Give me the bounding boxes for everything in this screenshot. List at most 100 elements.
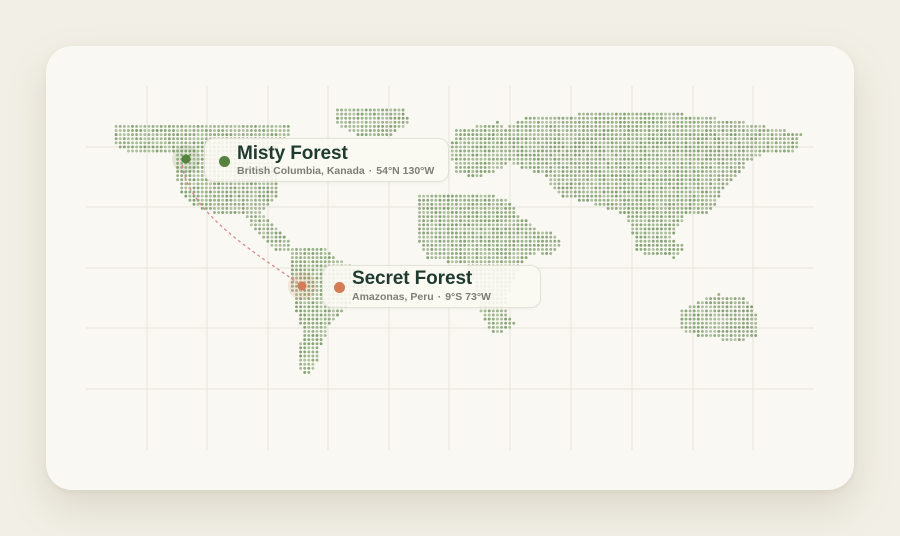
land-dot bbox=[467, 231, 471, 235]
land-dot bbox=[614, 129, 618, 132]
land-dot bbox=[705, 211, 708, 214]
land-dot bbox=[680, 170, 684, 173]
land-dot bbox=[262, 227, 266, 231]
land-dot bbox=[721, 325, 725, 329]
land-dot bbox=[245, 198, 249, 202]
land-dot bbox=[331, 317, 335, 321]
land-dot bbox=[524, 231, 528, 235]
location-card-secret[interactable]: Secret Forest Amazonas, Peru · 9°S 73°W bbox=[322, 265, 541, 308]
land-dot bbox=[651, 165, 655, 169]
land-dot bbox=[500, 206, 503, 210]
land-dot bbox=[307, 325, 311, 329]
land-dot bbox=[545, 157, 549, 161]
land-dot bbox=[221, 133, 225, 137]
land-dot bbox=[586, 133, 590, 137]
land-dot bbox=[655, 116, 659, 120]
land-dot bbox=[475, 198, 479, 202]
land-dot bbox=[659, 211, 663, 214]
land-dot bbox=[401, 116, 405, 120]
land-dot bbox=[590, 198, 594, 202]
land-dot bbox=[627, 215, 631, 219]
land-dot bbox=[553, 124, 557, 128]
land-dot bbox=[516, 243, 520, 247]
land-dot bbox=[135, 149, 139, 153]
land-dot bbox=[454, 252, 458, 255]
land-dot bbox=[549, 235, 553, 239]
land-dot bbox=[610, 206, 614, 210]
land-dot bbox=[577, 149, 581, 153]
land-dot bbox=[631, 186, 635, 190]
marker-misty[interactable] bbox=[172, 145, 200, 173]
land-dot bbox=[627, 116, 631, 120]
land-dot bbox=[651, 231, 655, 235]
land-dot bbox=[434, 215, 438, 219]
land-dot bbox=[483, 202, 487, 206]
land-dot bbox=[569, 170, 573, 173]
land-dot bbox=[360, 129, 364, 132]
land-dot bbox=[561, 182, 565, 186]
land-dot bbox=[561, 174, 565, 178]
marker-misty-pin[interactable] bbox=[181, 154, 191, 164]
land-dot bbox=[586, 161, 590, 165]
land-dot bbox=[126, 137, 130, 141]
land-dot bbox=[631, 129, 635, 132]
land-dot bbox=[606, 112, 610, 116]
land-dot bbox=[647, 227, 651, 231]
land-dot bbox=[430, 227, 434, 231]
land-dot bbox=[594, 157, 598, 161]
land-dot bbox=[680, 174, 684, 178]
land-dot bbox=[692, 202, 696, 206]
land-dot bbox=[676, 137, 680, 141]
land-dot bbox=[700, 149, 704, 153]
land-dot bbox=[582, 112, 585, 116]
land-dot bbox=[483, 309, 487, 313]
location-card-misty[interactable]: Misty Forest British Columbia, Kanada · 54… bbox=[204, 138, 449, 182]
land-dot bbox=[618, 141, 622, 145]
land-dot bbox=[676, 202, 680, 206]
land-dot bbox=[561, 194, 565, 198]
land-dot bbox=[528, 149, 532, 153]
land-dot bbox=[266, 186, 270, 190]
land-dot bbox=[680, 137, 684, 141]
marker-secret[interactable] bbox=[288, 272, 316, 300]
land-dot bbox=[303, 264, 307, 268]
land-dot bbox=[676, 170, 680, 173]
land-dot bbox=[426, 235, 430, 239]
land-dot bbox=[225, 211, 229, 214]
land-dot bbox=[512, 129, 516, 132]
land-dot bbox=[573, 137, 577, 141]
marker-secret-pin[interactable] bbox=[297, 281, 307, 291]
land-dot bbox=[610, 141, 614, 145]
land-dot bbox=[561, 116, 565, 120]
land-dot bbox=[631, 219, 635, 223]
land-dot bbox=[643, 198, 647, 202]
land-dot bbox=[426, 256, 430, 260]
land-dot bbox=[684, 157, 688, 161]
land-dot bbox=[582, 178, 585, 182]
land-dot bbox=[631, 182, 635, 186]
land-dot bbox=[536, 124, 540, 128]
land-dot bbox=[565, 124, 569, 128]
land-dot bbox=[122, 137, 126, 141]
land-dot bbox=[602, 170, 606, 173]
land-dot bbox=[569, 129, 573, 132]
land-dot bbox=[467, 194, 471, 198]
land-dot bbox=[623, 133, 626, 137]
land-dot bbox=[270, 239, 274, 243]
land-dot bbox=[684, 198, 688, 202]
land-dot bbox=[647, 116, 651, 120]
land-dot bbox=[684, 137, 688, 141]
land-dot bbox=[709, 174, 713, 178]
land-dot bbox=[684, 321, 688, 325]
land-dot bbox=[323, 313, 327, 317]
land-dot bbox=[561, 165, 565, 169]
land-dot bbox=[495, 202, 499, 206]
land-dot bbox=[438, 211, 442, 214]
land-dot bbox=[647, 153, 651, 157]
land-dot bbox=[557, 243, 561, 247]
land-dot bbox=[721, 141, 725, 145]
land-dot bbox=[668, 161, 672, 165]
land-dot bbox=[623, 153, 626, 157]
land-dot bbox=[692, 161, 696, 165]
land-dot bbox=[348, 116, 352, 120]
